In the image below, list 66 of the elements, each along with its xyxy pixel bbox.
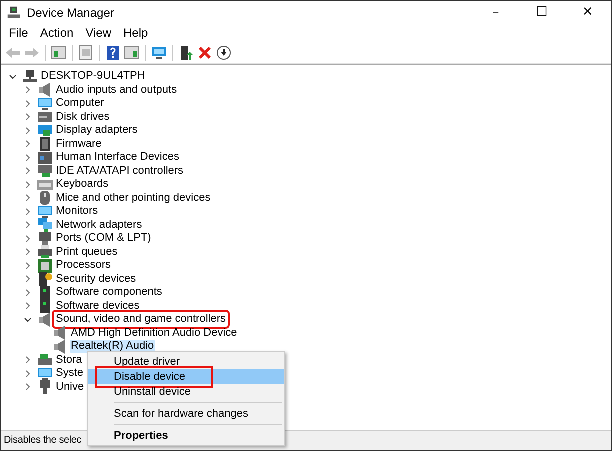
- tree-item[interactable]: Computer: [55, 97, 106, 110]
- tree-item[interactable]: AMD High Definition Audio Device: [70, 326, 238, 340]
- tree-item[interactable]: Human Interface Devices: [55, 151, 180, 164]
- menu-item[interactable]: Help: [118, 24, 154, 42]
- device-icon: [37, 258, 53, 274]
- update-driver-icon[interactable]: [178, 44, 194, 60]
- device-icon: [37, 244, 53, 260]
- device-icon: [52, 338, 68, 355]
- tree-item[interactable]: Security devices: [55, 272, 138, 286]
- tree-item[interactable]: Audio inputs and outputs: [55, 84, 178, 97]
- device-icon: [37, 379, 53, 396]
- tree-item[interactable]: Processors: [55, 259, 112, 272]
- close-x-icon[interactable]: [197, 44, 213, 60]
- tree-item[interactable]: Unive: [55, 380, 86, 394]
- device-icon: [37, 230, 53, 247]
- tree-item[interactable]: Network adapters: [55, 218, 144, 232]
- device-icon: [37, 271, 53, 288]
- device-icon: [37, 312, 53, 328]
- device-icon: [37, 96, 53, 112]
- device-icon: [37, 366, 53, 382]
- tree-item[interactable]: Disk drives: [55, 110, 111, 124]
- device-manager-icon: [7, 6, 21, 20]
- help-icon[interactable]: [105, 44, 121, 60]
- device-icon: [37, 204, 53, 220]
- device-icon: [37, 298, 53, 314]
- tree-item[interactable]: Print queues: [55, 246, 119, 259]
- action-pane-icon[interactable]: [124, 44, 140, 60]
- window-control[interactable]: ✕: [565, 1, 611, 24]
- menu-option[interactable]: Properties: [88, 428, 284, 443]
- menu-option[interactable]: Update driver: [88, 354, 284, 369]
- tree-item[interactable]: Syste: [55, 367, 85, 380]
- tree-item[interactable]: Software devices: [55, 300, 141, 313]
- device-icon: [37, 150, 53, 166]
- device-icon: [37, 122, 53, 139]
- device-icon: [22, 68, 38, 85]
- tree-item[interactable]: IDE ATA/ATAPI controllers: [55, 164, 185, 178]
- menu-item[interactable]: File: [3, 24, 34, 42]
- window-control[interactable]: ☐: [519, 1, 565, 24]
- console-tree-icon[interactable]: [51, 44, 67, 60]
- tree-item[interactable]: Sound, video and game controllers: [55, 313, 227, 326]
- tree-item[interactable]: Mice and other pointing devices: [55, 192, 212, 205]
- status-text: Disables the selec: [4, 435, 82, 446]
- device-icon: [37, 190, 53, 206]
- menu-option[interactable]: Uninstall device: [88, 384, 284, 399]
- tree-item[interactable]: Monitors: [55, 205, 100, 218]
- download-arrow-icon[interactable]: [216, 44, 232, 60]
- device-icon: [37, 217, 53, 234]
- properties-icon[interactable]: [78, 44, 94, 60]
- tree-item[interactable]: Display adapters: [55, 124, 139, 138]
- tree-item[interactable]: DESKTOP-9UL4TPH: [40, 70, 146, 84]
- window-title: Device Manager: [27, 6, 116, 20]
- device-icon: [37, 82, 53, 98]
- window-control[interactable]: –: [473, 1, 519, 24]
- tree-item[interactable]: Software components: [55, 286, 164, 300]
- tree-item[interactable]: Ports (COM & LPT): [55, 232, 152, 246]
- device-icon: [37, 136, 53, 152]
- monitor-icon[interactable]: [151, 44, 167, 60]
- menu-item[interactable]: View: [80, 24, 118, 42]
- tree-item[interactable]: Keyboards: [55, 178, 110, 192]
- device-icon: [37, 163, 53, 180]
- device-icon: [37, 284, 53, 301]
- tree-item[interactable]: Stora: [55, 354, 84, 367]
- menu-option[interactable]: Scan for hardware changes: [88, 406, 284, 421]
- tree-item[interactable]: Firmware: [55, 138, 103, 151]
- device-icon: [52, 325, 68, 342]
- menu-item[interactable]: Action: [34, 24, 80, 42]
